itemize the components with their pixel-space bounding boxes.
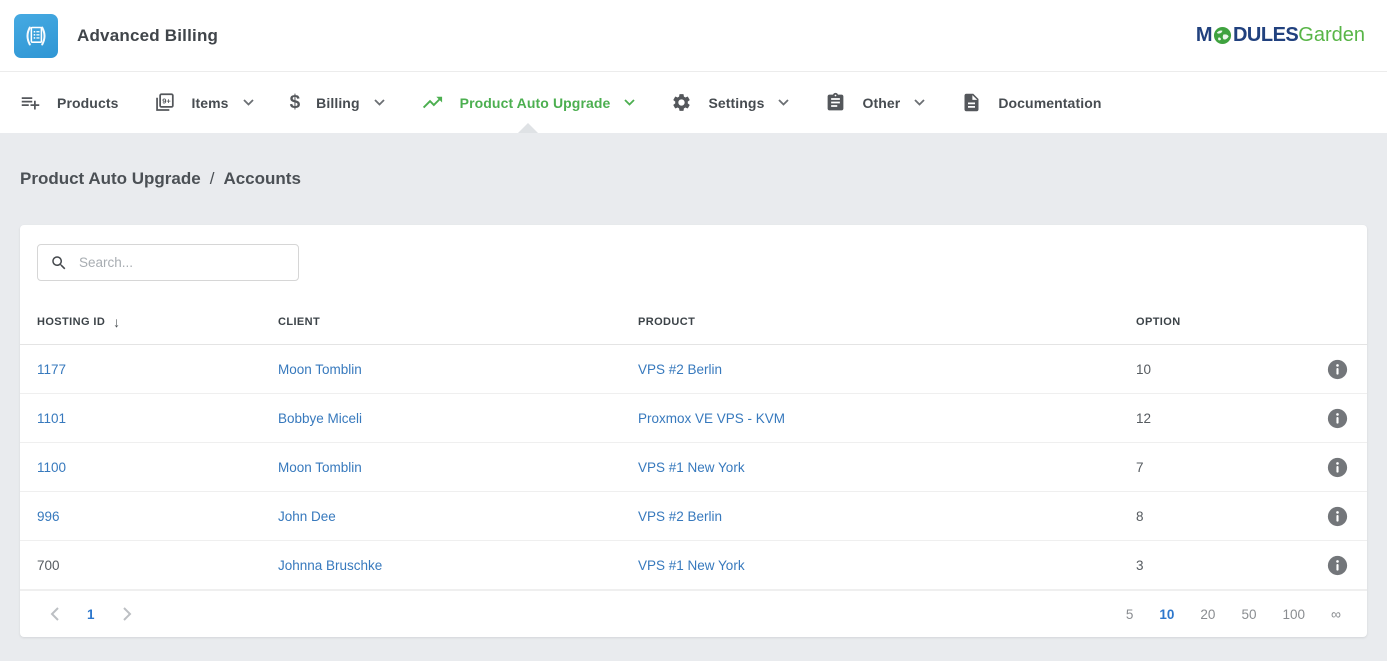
nav-label-items: Items: [191, 95, 228, 111]
page-size-5[interactable]: 5: [1126, 607, 1134, 622]
table-header-row: HOSTING ID ↓ CLIENT PRODUCT OPTION: [20, 300, 1367, 345]
hosting-id-link[interactable]: 1101: [37, 411, 66, 426]
globe-icon: [1213, 26, 1232, 45]
breadcrumb-page: Accounts: [223, 169, 300, 189]
chevron-down-icon: [374, 99, 385, 106]
prev-page-icon[interactable]: [50, 607, 59, 621]
page-title: Advanced Billing: [77, 26, 218, 46]
svg-text:9+: 9+: [163, 96, 172, 105]
search-row: [20, 225, 1367, 300]
info-icon[interactable]: [1327, 506, 1348, 527]
nav-item-product-auto-upgrade[interactable]: Product Auto Upgrade: [421, 72, 636, 133]
clipboard-icon: [825, 92, 846, 113]
table-row: 1177 Moon Tomblin VPS #2 Berlin 10: [20, 345, 1367, 394]
product-link[interactable]: VPS #1 New York: [638, 558, 745, 573]
option-value: 8: [1136, 509, 1306, 524]
nav-item-documentation[interactable]: Documentation: [961, 72, 1101, 133]
chevron-down-icon: [243, 99, 254, 106]
product-link[interactable]: Proxmox VE VPS - KVM: [638, 411, 785, 426]
main-nav: Products 9+ Items $ Billing Product Auto…: [0, 72, 1387, 133]
hosting-id-link[interactable]: 1100: [37, 460, 66, 475]
info-icon[interactable]: [1327, 555, 1348, 576]
playlist-add-icon: [20, 92, 41, 113]
next-page-icon[interactable]: [123, 607, 132, 621]
search-box[interactable]: [37, 244, 299, 281]
dollar-icon: $: [290, 93, 301, 112]
nav-item-items[interactable]: 9+ Items: [154, 72, 253, 133]
product-link[interactable]: VPS #1 New York: [638, 460, 745, 475]
hosting-id-text: 700: [37, 558, 60, 573]
client-link[interactable]: Moon Tomblin: [278, 460, 362, 475]
nav-item-products[interactable]: Products: [20, 72, 118, 133]
nav-label-billing: Billing: [316, 95, 359, 111]
option-value: 12: [1136, 411, 1306, 426]
brand-text-garden: Garden: [1298, 24, 1365, 47]
column-header-option[interactable]: OPTION: [1136, 316, 1306, 328]
gear-icon: [671, 92, 692, 113]
sort-desc-icon[interactable]: ↓: [113, 314, 120, 330]
nav-item-other[interactable]: Other: [825, 72, 925, 133]
product-link[interactable]: VPS #2 Berlin: [638, 509, 722, 524]
client-link[interactable]: John Dee: [278, 509, 336, 524]
nine-plus-icon: 9+: [154, 92, 175, 113]
advanced-billing-logo-icon: [14, 14, 58, 58]
column-header-client[interactable]: CLIENT: [278, 316, 638, 328]
nav-label-products: Products: [57, 95, 118, 111]
table-row: 700 Johnna Bruschke VPS #1 New York 3: [20, 541, 1367, 590]
nav-label-product-auto-upgrade: Product Auto Upgrade: [460, 95, 611, 111]
nav-item-billing[interactable]: $ Billing: [290, 72, 385, 133]
option-value: 3: [1136, 558, 1306, 573]
column-header-product[interactable]: PRODUCT: [638, 316, 1136, 328]
hosting-id-link[interactable]: 1177: [37, 362, 66, 377]
search-input[interactable]: [79, 255, 286, 270]
breadcrumb: Product Auto Upgrade / Accounts: [20, 133, 1367, 225]
page-size-100[interactable]: 100: [1282, 607, 1305, 622]
accounts-card: HOSTING ID ↓ CLIENT PRODUCT OPTION 1177 …: [20, 225, 1367, 637]
table-row: 996 John Dee VPS #2 Berlin 8: [20, 492, 1367, 541]
info-icon[interactable]: [1327, 408, 1348, 429]
pagination: 1 5 10 20 50 100 ∞: [20, 590, 1367, 637]
breadcrumb-section[interactable]: Product Auto Upgrade: [20, 169, 201, 189]
app-header: Advanced Billing M DULES Garden: [0, 0, 1387, 72]
hosting-id-link[interactable]: 996: [37, 509, 60, 524]
client-link[interactable]: Bobbye Miceli: [278, 411, 362, 426]
trending-up-icon: [421, 91, 444, 114]
chevron-down-icon: [624, 99, 635, 106]
content-area: Product Auto Upgrade / Accounts HOSTING …: [0, 133, 1387, 637]
nav-label-documentation: Documentation: [998, 95, 1101, 111]
brand-text-m: M: [1196, 24, 1212, 47]
column-header-hosting-id[interactable]: HOSTING ID ↓: [37, 314, 278, 330]
page-size-50[interactable]: 50: [1241, 607, 1256, 622]
table-row: 1100 Moon Tomblin VPS #1 New York 7: [20, 443, 1367, 492]
breadcrumb-separator: /: [210, 169, 215, 189]
nav-item-settings[interactable]: Settings: [671, 72, 789, 133]
page-size-10[interactable]: 10: [1159, 607, 1174, 622]
client-link[interactable]: Moon Tomblin: [278, 362, 362, 377]
nav-label-settings: Settings: [708, 95, 764, 111]
page-size-all-icon[interactable]: ∞: [1331, 606, 1341, 622]
nav-label-other: Other: [862, 95, 900, 111]
chevron-down-icon: [914, 99, 925, 106]
client-link[interactable]: Johnna Bruschke: [278, 558, 382, 573]
info-icon[interactable]: [1327, 457, 1348, 478]
brand-text-dules: DULES: [1233, 24, 1298, 47]
product-link[interactable]: VPS #2 Berlin: [638, 362, 722, 377]
option-value: 7: [1136, 460, 1306, 475]
info-icon[interactable]: [1327, 359, 1348, 380]
chevron-down-icon: [778, 99, 789, 106]
option-value: 10: [1136, 362, 1306, 377]
page-size-20[interactable]: 20: [1200, 607, 1215, 622]
modulesgarden-logo: M DULES Garden: [1196, 24, 1365, 47]
accounts-table: HOSTING ID ↓ CLIENT PRODUCT OPTION 1177 …: [20, 300, 1367, 637]
page-number[interactable]: 1: [87, 607, 95, 622]
document-icon: [961, 92, 982, 113]
table-row: 1101 Bobbye Miceli Proxmox VE VPS - KVM …: [20, 394, 1367, 443]
search-icon: [50, 254, 68, 272]
